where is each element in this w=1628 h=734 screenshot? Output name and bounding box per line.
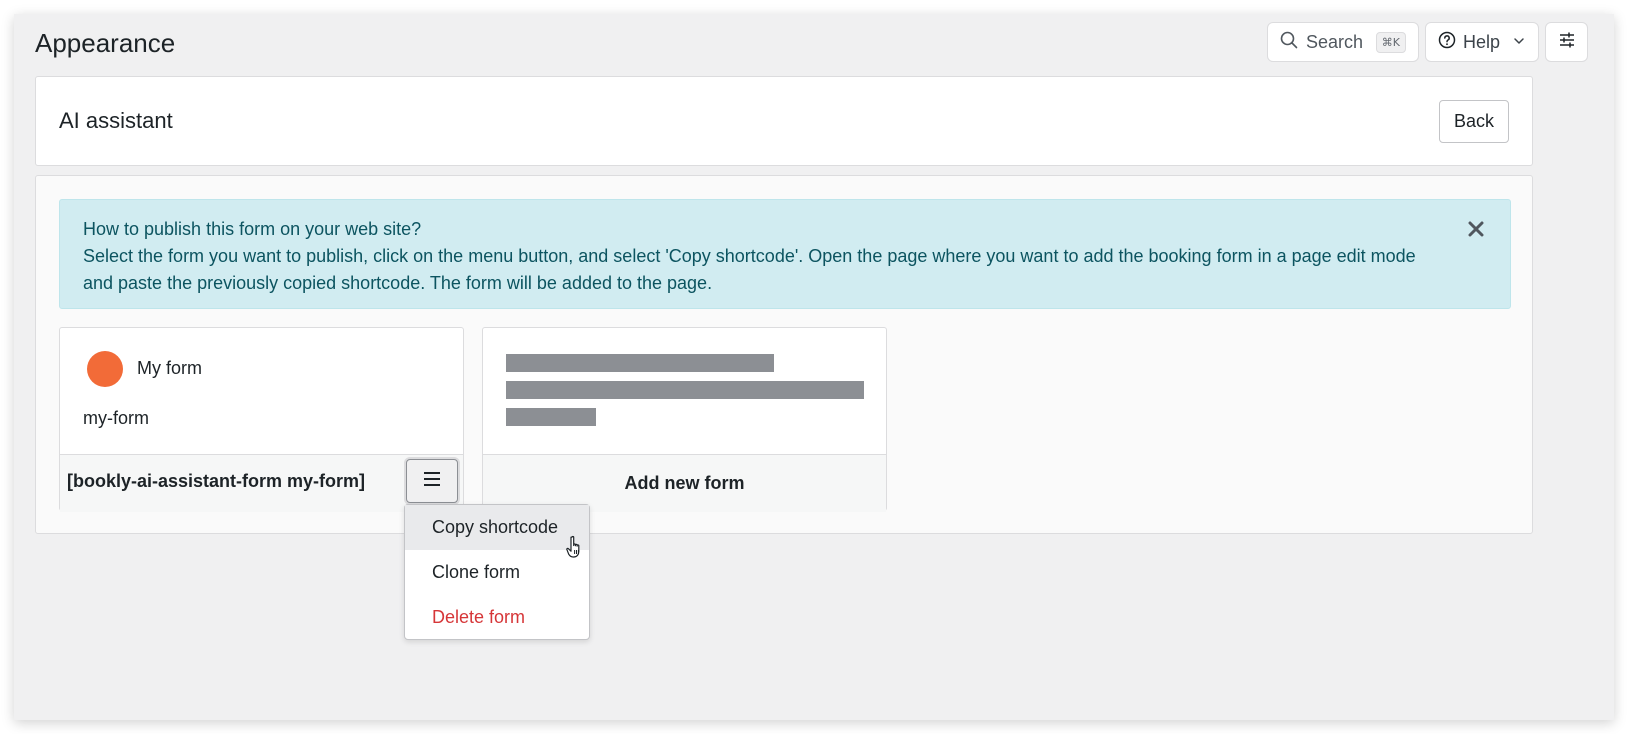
menu-item-delete-form[interactable]: Delete form [405, 595, 589, 640]
form-card-body: My form my-form [60, 328, 463, 455]
sliders-icon [1558, 31, 1576, 54]
notice-heading: How to publish this form on your web sit… [83, 219, 422, 239]
search-button[interactable]: Search ⌘K [1267, 22, 1419, 62]
form-shortcode: [bookly-ai-assistant-form my-form] [67, 471, 366, 491]
chevron-down-icon [1512, 32, 1526, 53]
help-circle-icon [1438, 31, 1456, 54]
search-icon [1280, 31, 1298, 54]
app-window: Appearance Search ⌘K Help AI assistant B… [14, 14, 1614, 720]
form-menu-button[interactable] [406, 459, 458, 503]
help-button[interactable]: Help [1425, 22, 1539, 62]
forms-card: How to publish this form on your web sit… [35, 175, 1533, 534]
header-card: AI assistant Back [35, 76, 1533, 166]
section-title: AI assistant [59, 108, 173, 133]
skeleton-line [506, 408, 596, 426]
form-actions-dropdown: Copy shortcode Clone form Delete form [404, 504, 590, 640]
add-new-form-button[interactable]: Add new form [483, 473, 886, 494]
form-name: My form [137, 358, 202, 378]
help-label: Help [1463, 31, 1501, 52]
page-title: Appearance [35, 28, 176, 58]
hand-pointer-icon [566, 535, 586, 564]
close-icon[interactable] [1464, 217, 1488, 241]
form-slug: my-form [83, 408, 149, 428]
form-card-my-form[interactable]: My form my-form [bookly-ai-assistant-for… [59, 327, 464, 512]
search-label: Search [1306, 31, 1364, 52]
notice-body: Select the form you want to publish, cli… [83, 246, 1416, 293]
add-form-placeholder [483, 328, 886, 455]
publish-notice: How to publish this form on your web sit… [59, 199, 1511, 309]
menu-item-clone-form[interactable]: Clone form [405, 550, 589, 595]
settings-button[interactable] [1545, 22, 1588, 62]
back-button[interactable]: Back [1439, 100, 1509, 143]
skeleton-line [506, 354, 774, 372]
form-card-footer: [bookly-ai-assistant-form my-form] [60, 455, 463, 512]
search-shortcut-badge: ⌘K [1375, 31, 1406, 53]
hamburger-menu-icon [423, 471, 441, 492]
add-form-card[interactable]: Add new form [482, 327, 887, 512]
top-toolbar: Search ⌘K Help [1267, 22, 1588, 62]
form-color-avatar [87, 351, 123, 387]
skeleton-line [506, 381, 864, 399]
menu-item-copy-shortcode[interactable]: Copy shortcode [405, 505, 589, 550]
